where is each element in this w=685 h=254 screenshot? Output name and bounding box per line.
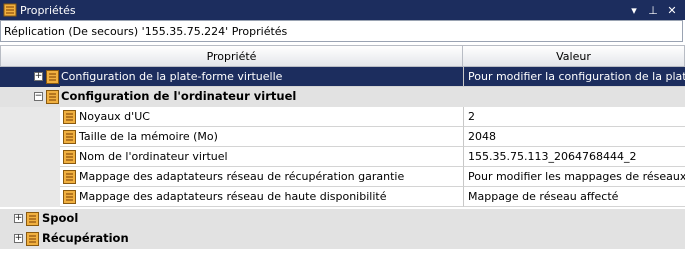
property-icon xyxy=(63,130,76,144)
category-icon xyxy=(26,232,39,246)
close-icon[interactable]: ✕ xyxy=(664,2,680,18)
expand-icon[interactable]: + xyxy=(14,234,23,243)
property-value[interactable]: Mappage de réseau affecté xyxy=(463,187,685,207)
property-label: Nom de l'ordinateur virtuel xyxy=(79,150,228,163)
property-icon xyxy=(63,150,76,164)
collapse-icon[interactable]: − xyxy=(34,92,43,101)
property-value[interactable]: 2048 xyxy=(463,127,685,147)
property-icon xyxy=(63,190,76,204)
property-value[interactable]: 2 xyxy=(463,107,685,127)
properties-window-icon xyxy=(3,3,17,17)
property-row-cpu-cores[interactable]: Noyaux d'UC 2 xyxy=(0,107,685,127)
category-label: Configuration de l'ordinateur virtuel xyxy=(61,89,297,103)
expand-icon[interactable]: + xyxy=(14,214,23,223)
column-header-property[interactable]: Propriété xyxy=(0,45,463,67)
property-icon xyxy=(63,170,76,184)
property-icon xyxy=(63,110,76,124)
properties-title-bar: Propriétés ▾ ⊥ ✕ xyxy=(0,0,685,20)
property-label: Mappage des adaptateurs réseau de récupé… xyxy=(79,170,405,183)
category-row-spool[interactable]: + Spool xyxy=(0,209,685,229)
property-grid: + Configuration de la plate-forme virtue… xyxy=(0,67,685,254)
property-row-recovery-network-mapping[interactable]: Mappage des adaptateurs réseau de récupé… xyxy=(0,167,685,187)
property-value[interactable]: Pour modifier la configuration de la pla… xyxy=(463,67,685,87)
column-header-value[interactable]: Valeur xyxy=(463,45,685,67)
property-label: Taille de la mémoire (Mo) xyxy=(79,130,218,143)
property-value[interactable]: Pour modifier les mappages de réseaux xyxy=(463,167,685,187)
category-row-recovery[interactable]: + Récupération xyxy=(0,229,685,249)
category-icon xyxy=(46,90,59,104)
property-row-vm-name[interactable]: Nom de l'ordinateur virtuel 155.35.75.11… xyxy=(0,147,685,167)
property-row-virtual-platform[interactable]: + Configuration de la plate-forme virtue… xyxy=(0,67,685,87)
category-label: Spool xyxy=(42,211,79,225)
category-row-virtual-machine[interactable]: − Configuration de l'ordinateur virtuel xyxy=(0,87,685,107)
grid-header: Propriété Valeur xyxy=(0,45,685,67)
window-title: Propriétés xyxy=(20,3,76,17)
property-label: Mappage des adaptateurs réseau de haute … xyxy=(79,190,387,203)
category-icon xyxy=(26,212,39,226)
expand-icon[interactable]: + xyxy=(34,72,43,81)
property-label: Configuration de la plate-forme virtuell… xyxy=(61,70,283,83)
property-label: Noyaux d'UC xyxy=(79,110,150,123)
property-value[interactable]: 155.35.75.113_2064768444_2 xyxy=(463,147,685,167)
category-label: Récupération xyxy=(42,231,129,245)
property-icon xyxy=(46,70,59,84)
dropdown-arrow-icon[interactable]: ▾ xyxy=(626,2,642,18)
property-row-ha-network-mapping[interactable]: Mappage des adaptateurs réseau de haute … xyxy=(0,187,685,207)
property-row-memory-size[interactable]: Taille de la mémoire (Mo) 2048 xyxy=(0,127,685,147)
selected-object-description: Réplication (De secours) '155.35.75.224'… xyxy=(0,20,683,42)
pin-icon[interactable]: ⊥ xyxy=(645,2,661,18)
breadcrumb-text: Réplication (De secours) '155.35.75.224'… xyxy=(4,24,288,38)
